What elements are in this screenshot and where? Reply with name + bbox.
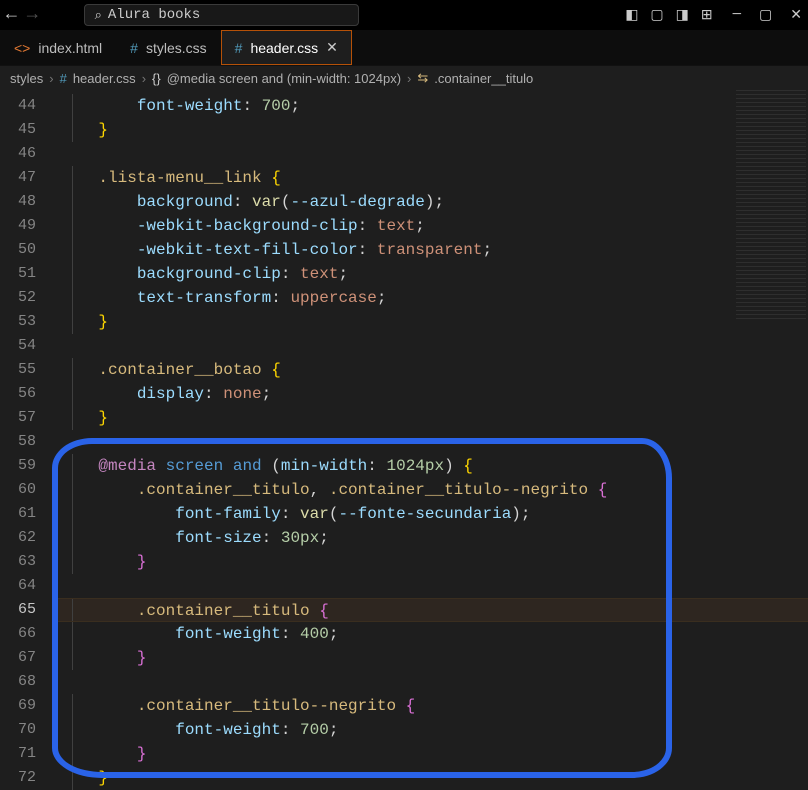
brace-icon: {}: [152, 71, 161, 86]
line-number: 46: [0, 142, 52, 166]
line-number: 48: [0, 190, 52, 214]
code-line[interactable]: @media screen and (min-width: 1024px) {: [52, 454, 808, 478]
code-line[interactable]: .container__titulo {: [52, 598, 808, 622]
code-line[interactable]: font-weight: 400;: [52, 622, 808, 646]
line-number: 64: [0, 574, 52, 598]
line-number: 66: [0, 622, 52, 646]
chevron-right-icon: ›: [142, 71, 146, 86]
code-line[interactable]: }: [52, 406, 808, 430]
code-line[interactable]: text-transform: uppercase;: [52, 286, 808, 310]
code-line[interactable]: .container__titulo--negrito {: [52, 694, 808, 718]
tab-label: styles.css: [146, 40, 207, 56]
css-file-icon: #: [235, 40, 243, 56]
chevron-right-icon: ›: [407, 71, 411, 86]
line-number: 50: [0, 238, 52, 262]
breadcrumb-segment[interactable]: @media screen and (min-width: 1024px): [167, 71, 401, 86]
chevron-right-icon: ›: [49, 71, 53, 86]
code-line[interactable]: font-size: 30px;: [52, 526, 808, 550]
code-line[interactable]: font-family: var(--fonte-secundaria);: [52, 502, 808, 526]
search-icon: ⌕: [95, 8, 102, 23]
code-line[interactable]: -webkit-text-fill-color: transparent;: [52, 238, 808, 262]
css-file-icon: #: [60, 71, 67, 86]
line-number: 52: [0, 286, 52, 310]
minimap[interactable]: [736, 90, 806, 320]
breadcrumb[interactable]: styles › # header.css › {} @media screen…: [0, 66, 808, 90]
breadcrumb-segment[interactable]: header.css: [73, 71, 136, 86]
line-number: 67: [0, 646, 52, 670]
line-number: 53: [0, 310, 52, 334]
line-number: 61: [0, 502, 52, 526]
code-line[interactable]: [52, 334, 808, 358]
toggle-panel-icon[interactable]: ▢: [650, 7, 663, 24]
code-line[interactable]: background-clip: text;: [52, 262, 808, 286]
code-line[interactable]: }: [52, 766, 808, 790]
code-line[interactable]: }: [52, 742, 808, 766]
code-content[interactable]: font-weight: 700; } .lista-menu__link { …: [52, 90, 808, 787]
window-maximize-icon[interactable]: ▢: [759, 7, 772, 24]
code-line[interactable]: font-weight: 700;: [52, 94, 808, 118]
command-center-search[interactable]: ⌕ Alura books: [84, 4, 360, 26]
line-number: 63: [0, 550, 52, 574]
code-line[interactable]: background: var(--azul-degrade);: [52, 190, 808, 214]
breadcrumb-segment[interactable]: styles: [10, 71, 43, 86]
nav-forward-icon[interactable]: →: [27, 5, 38, 25]
code-line[interactable]: display: none;: [52, 382, 808, 406]
editor-tabs: <> index.html # styles.css # header.css …: [0, 30, 808, 66]
tab-styles-css[interactable]: # styles.css: [116, 30, 220, 65]
code-line[interactable]: }: [52, 310, 808, 334]
line-number: 49: [0, 214, 52, 238]
html-file-icon: <>: [14, 40, 30, 56]
code-line[interactable]: -webkit-background-clip: text;: [52, 214, 808, 238]
line-number-gutter: 4445464748495051525354555657585960616263…: [0, 90, 52, 787]
line-number: 47: [0, 166, 52, 190]
code-line[interactable]: }: [52, 118, 808, 142]
line-number: 62: [0, 526, 52, 550]
line-number: 51: [0, 262, 52, 286]
line-number: 71: [0, 742, 52, 766]
line-number: 59: [0, 454, 52, 478]
window-close-icon[interactable]: ✕: [790, 7, 802, 24]
close-icon[interactable]: ✕: [326, 39, 338, 56]
tab-header-css[interactable]: # header.css ✕: [221, 30, 352, 65]
search-text: Alura books: [108, 7, 200, 23]
nav-back-icon[interactable]: ←: [6, 5, 17, 25]
layout-grid-icon[interactable]: ⊞: [701, 7, 713, 24]
code-line[interactable]: }: [52, 550, 808, 574]
tab-label: header.css: [250, 40, 318, 56]
line-number: 70: [0, 718, 52, 742]
line-number: 44: [0, 94, 52, 118]
code-line[interactable]: .container__titulo, .container__titulo--…: [52, 478, 808, 502]
code-line[interactable]: [52, 670, 808, 694]
line-number: 58: [0, 430, 52, 454]
line-number: 60: [0, 478, 52, 502]
editor-area: 4445464748495051525354555657585960616263…: [0, 90, 808, 787]
tab-label: index.html: [38, 40, 102, 56]
tab-index-html[interactable]: <> index.html: [0, 30, 116, 65]
line-number: 56: [0, 382, 52, 406]
line-number: 57: [0, 406, 52, 430]
code-line[interactable]: [52, 430, 808, 454]
code-line[interactable]: }: [52, 646, 808, 670]
line-number: 68: [0, 670, 52, 694]
line-number: 72: [0, 766, 52, 790]
code-line[interactable]: .lista-menu__link {: [52, 166, 808, 190]
line-number: 54: [0, 334, 52, 358]
line-number: 65: [0, 598, 52, 622]
window-minimize-icon[interactable]: ─: [733, 7, 741, 24]
css-file-icon: #: [130, 40, 138, 56]
code-line[interactable]: font-weight: 700;: [52, 718, 808, 742]
selector-icon: ⇆: [417, 70, 428, 86]
toggle-sidebar-left-icon[interactable]: ◧: [625, 7, 638, 24]
line-number: 55: [0, 358, 52, 382]
code-line[interactable]: [52, 142, 808, 166]
code-line[interactable]: [52, 574, 808, 598]
line-number: 45: [0, 118, 52, 142]
code-line[interactable]: .container__botao {: [52, 358, 808, 382]
toggle-sidebar-right-icon[interactable]: ◨: [676, 7, 689, 24]
title-bar: ← → ⌕ Alura books ◧ ▢ ◨ ⊞ ─ ▢ ✕: [0, 0, 808, 30]
line-number: 69: [0, 694, 52, 718]
breadcrumb-segment[interactable]: .container__titulo: [434, 71, 533, 86]
